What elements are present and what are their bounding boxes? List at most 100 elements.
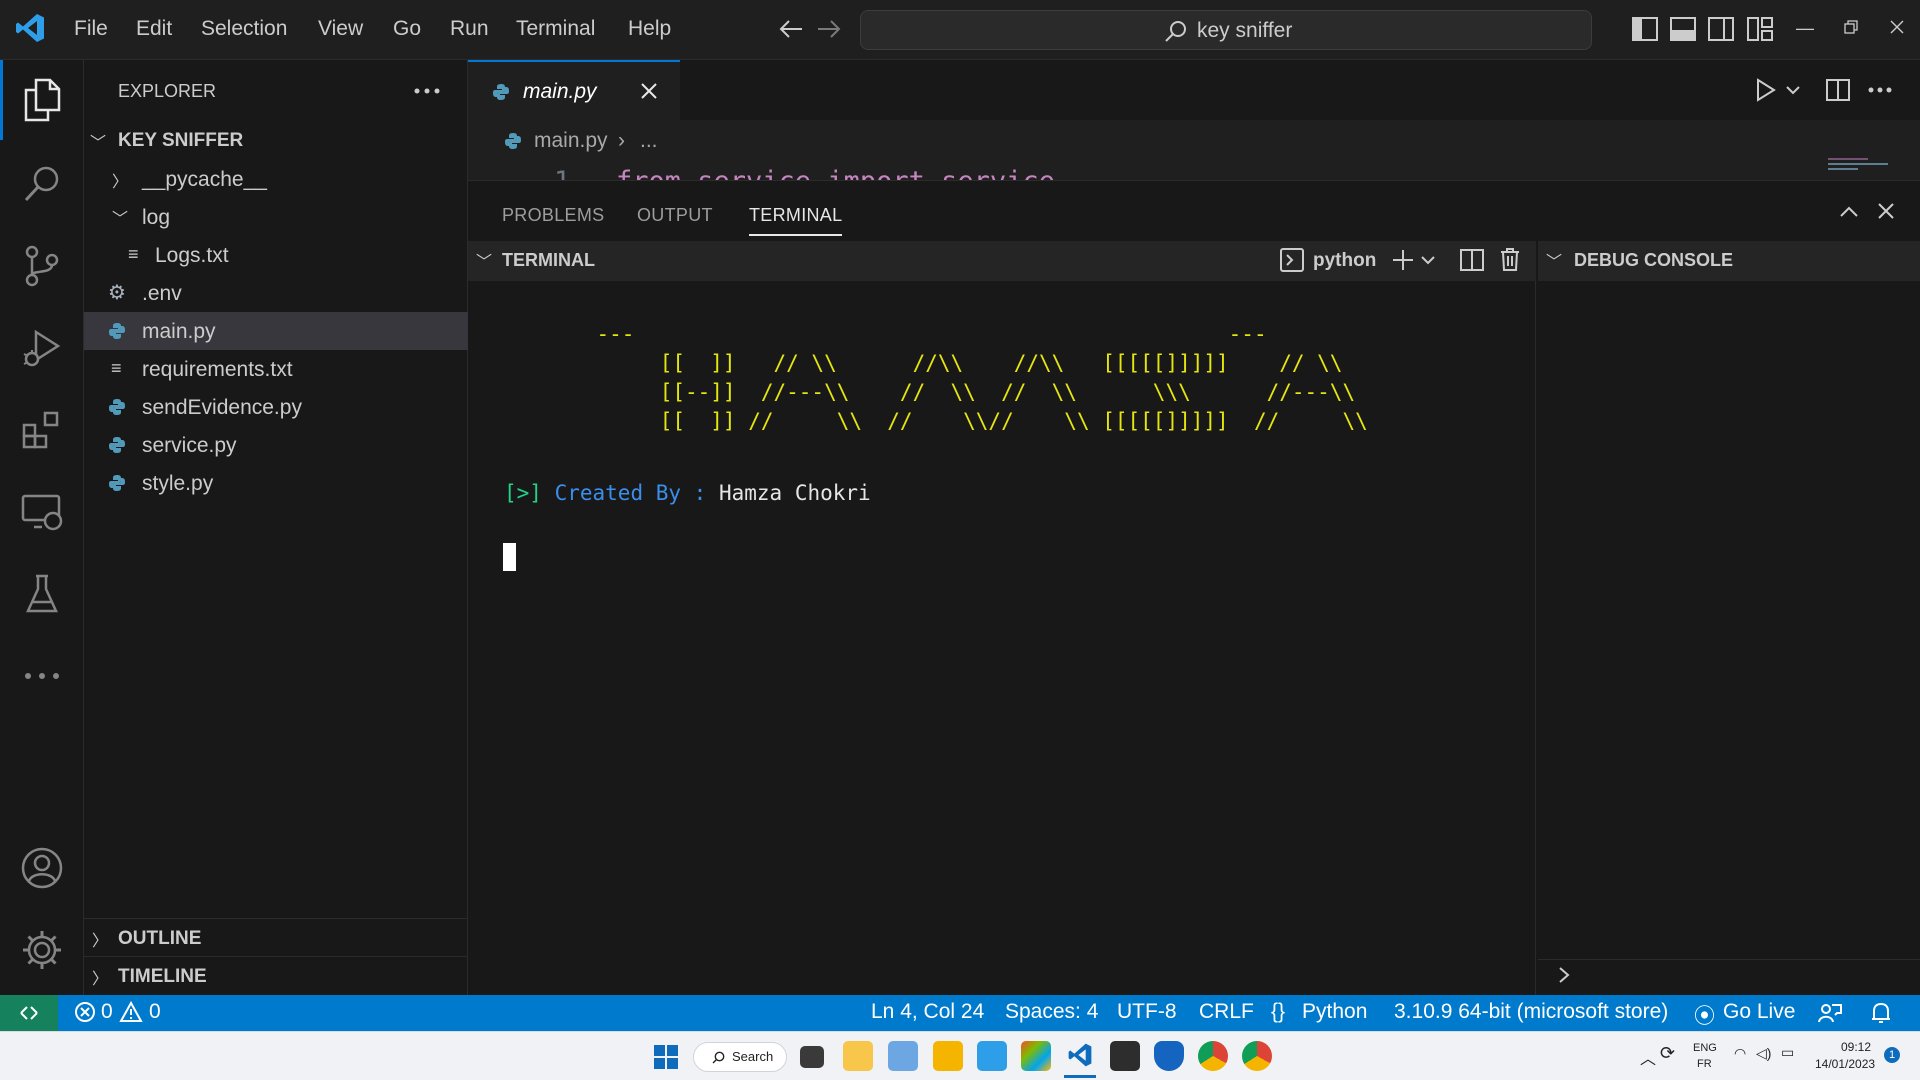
source-control-icon[interactable]: [0, 226, 84, 306]
terminal-app-icon[interactable]: [1110, 1041, 1140, 1071]
tree-item-requirements[interactable]: ≡ requirements.txt: [84, 350, 468, 388]
explorer-files-icon[interactable]: [0, 60, 84, 140]
manage-gear-icon[interactable]: [0, 910, 84, 990]
sync-icon[interactable]: ⟳: [1660, 1043, 1675, 1064]
outline-section[interactable]: 〉 OUTLINE: [84, 919, 468, 957]
notifications-bell-icon[interactable]: [1871, 1001, 1891, 1025]
tab-terminal[interactable]: TERMINAL: [749, 205, 843, 236]
close-panel-icon[interactable]: [1878, 203, 1894, 219]
debug-console-header[interactable]: ﹀ DEBUG CONSOLE: [1538, 241, 1920, 281]
windows-start-icon[interactable]: [654, 1045, 678, 1069]
chevron-up-icon[interactable]: ︿: [1640, 1045, 1656, 1069]
clock-date[interactable]: 14/01/2023: [1815, 1057, 1875, 1071]
feedback-icon[interactable]: [1818, 1002, 1842, 1024]
breadcrumb-file[interactable]: main.py: [534, 129, 608, 153]
code-line: from service import service: [616, 166, 1055, 180]
volume-icon[interactable]: ◁): [1756, 1045, 1771, 1062]
app-icon[interactable]: [1021, 1041, 1051, 1071]
forward-arrow-icon[interactable]: [816, 18, 842, 40]
error-count[interactable]: 0: [101, 1000, 113, 1024]
menu-selection[interactable]: Selection: [201, 17, 287, 41]
testing-flask-icon[interactable]: [0, 554, 84, 634]
close-window-icon[interactable]: [1890, 20, 1904, 34]
task-view-icon[interactable]: [800, 1046, 824, 1068]
tree-item-sendevidence[interactable]: sendEvidence.py: [84, 388, 468, 426]
minimize-icon[interactable]: —: [1796, 18, 1814, 39]
timeline-section[interactable]: 〉 TIMELINE: [84, 957, 468, 995]
language-indicator-bottom[interactable]: FR: [1697, 1058, 1712, 1070]
app-icon[interactable]: [933, 1041, 963, 1071]
command-center-search[interactable]: key sniffer: [860, 10, 1592, 50]
tree-item-style[interactable]: style.py: [84, 464, 468, 502]
taskbar-search[interactable]: Search: [693, 1042, 787, 1072]
minimap[interactable]: [1828, 156, 1918, 178]
menu-file[interactable]: File: [74, 17, 108, 41]
menu-terminal[interactable]: Terminal: [516, 17, 595, 41]
breadcrumb-symbols[interactable]: ...: [640, 129, 658, 153]
back-arrow-icon[interactable]: [778, 18, 804, 40]
python-interpreter[interactable]: 3.10.9 64-bit (microsoft store): [1394, 1000, 1668, 1024]
editor-more-icon[interactable]: [1868, 87, 1892, 93]
menu-go[interactable]: Go: [393, 17, 421, 41]
tree-item-pycache[interactable]: 〉 __pycache__: [84, 160, 468, 198]
tree-item-service[interactable]: service.py: [84, 426, 468, 464]
menu-view[interactable]: View: [318, 17, 363, 41]
more-activity-icon[interactable]: [0, 636, 84, 716]
vscode-taskbar-icon[interactable]: [1064, 1040, 1096, 1078]
language-mode[interactable]: Python: [1302, 1000, 1367, 1024]
go-live-button[interactable]: Go Live: [1723, 1000, 1795, 1024]
tree-item-main-py[interactable]: main.py: [84, 312, 468, 350]
end-of-line[interactable]: CRLF: [1199, 1000, 1254, 1024]
chevron-down-icon[interactable]: [1786, 86, 1800, 95]
chevron-down-icon[interactable]: [1421, 256, 1435, 265]
terminal-output[interactable]: --- --- [[ ]] // \\ //\\ //\\ [[[[[]]]]]…: [468, 281, 1536, 996]
run-and-debug-icon[interactable]: [0, 308, 84, 388]
menu-edit[interactable]: Edit: [136, 17, 172, 41]
workspace-root[interactable]: ﹀ KEY SNIFFER: [84, 122, 468, 160]
terminal-shell-name[interactable]: python: [1313, 250, 1376, 272]
menu-run[interactable]: Run: [450, 17, 489, 41]
menu-help[interactable]: Help: [628, 17, 671, 41]
tab-main-py[interactable]: main.py: [468, 60, 680, 120]
notification-badge[interactable]: 1: [1884, 1047, 1900, 1063]
cursor-position[interactable]: Ln 4, Col 24: [871, 1000, 984, 1024]
kill-terminal-trash-icon[interactable]: [1500, 247, 1520, 271]
clock-time[interactable]: 09:12: [1841, 1040, 1871, 1054]
restore-icon[interactable]: [1844, 20, 1858, 34]
close-tab-icon[interactable]: [641, 83, 657, 99]
warning-count[interactable]: 0: [149, 1000, 161, 1024]
defender-shield-icon[interactable]: [1154, 1041, 1184, 1071]
maximize-panel-icon[interactable]: [1840, 206, 1858, 217]
wifi-icon[interactable]: ◠: [1734, 1045, 1746, 1062]
customize-layout-icon[interactable]: [1747, 17, 1773, 41]
run-python-file-icon[interactable]: [1756, 78, 1776, 102]
remote-indicator[interactable]: [0, 995, 58, 1031]
file-explorer-icon[interactable]: [843, 1041, 873, 1071]
remote-explorer-icon[interactable]: [0, 472, 84, 552]
toggle-secondary-sidebar-icon[interactable]: [1708, 17, 1734, 41]
toggle-panel-icon[interactable]: [1670, 17, 1696, 41]
accounts-icon[interactable]: [0, 828, 84, 908]
debug-console-input-chevron-icon[interactable]: [1558, 966, 1570, 984]
encoding[interactable]: UTF-8: [1117, 1000, 1177, 1024]
indentation[interactable]: Spaces: 4: [1005, 1000, 1098, 1024]
explorer-more-icon[interactable]: [414, 88, 440, 94]
tree-item-env[interactable]: ⚙ .env: [84, 274, 468, 312]
terminal-view-header[interactable]: ﹀ TERMINAL python: [468, 241, 1536, 281]
tree-item-logs-txt[interactable]: ≡ Logs.txt: [84, 236, 468, 274]
chrome-icon[interactable]: [1198, 1041, 1228, 1071]
extensions-icon[interactable]: [0, 390, 84, 470]
new-terminal-plus-icon[interactable]: [1392, 249, 1414, 271]
tab-problems[interactable]: PROBLEMS: [502, 205, 604, 226]
search-activity-icon[interactable]: [0, 144, 84, 224]
split-editor-icon[interactable]: [1826, 79, 1850, 101]
photos-icon[interactable]: [888, 1041, 918, 1071]
toggle-primary-sidebar-icon[interactable]: [1632, 17, 1658, 41]
tree-item-log[interactable]: ﹀ log: [84, 198, 468, 236]
language-indicator-top[interactable]: ENG: [1693, 1042, 1717, 1054]
office-icon[interactable]: [977, 1041, 1007, 1071]
chrome-icon[interactable]: [1242, 1041, 1272, 1071]
tab-output[interactable]: OUTPUT: [637, 205, 713, 226]
battery-icon[interactable]: ▭: [1781, 1044, 1794, 1061]
split-terminal-icon[interactable]: [1460, 249, 1484, 271]
